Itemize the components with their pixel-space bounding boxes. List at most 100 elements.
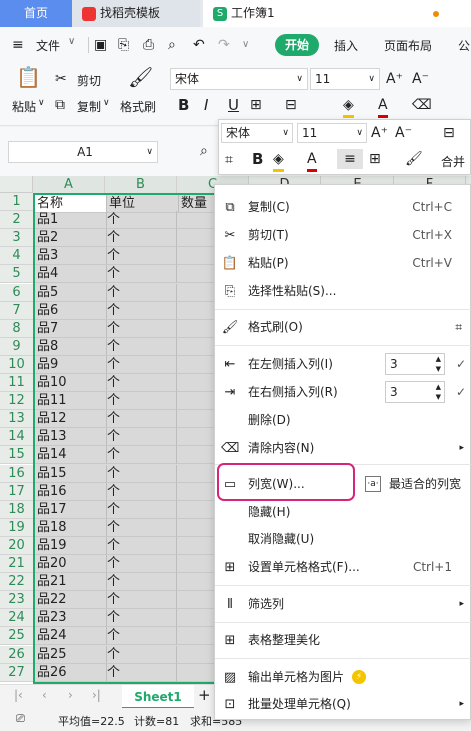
preview-icon[interactable]: ⌕: [168, 35, 176, 55]
cell[interactable]: 个: [105, 301, 177, 320]
cell[interactable]: 品19: [35, 536, 107, 555]
copy-label[interactable]: 复制: [77, 98, 101, 115]
brush-icon[interactable]: 🖌: [128, 67, 153, 87]
cell[interactable]: 品11: [35, 392, 107, 411]
cell[interactable]: 个: [105, 374, 177, 392]
cell[interactable]: 品4: [35, 265, 107, 284]
font-color-icon[interactable]: A: [307, 149, 317, 172]
cell[interactable]: 个: [105, 229, 177, 248]
fill-color-icon[interactable]: ◈: [273, 149, 284, 172]
row-header[interactable]: 7: [0, 301, 33, 320]
row-header[interactable]: 17: [0, 482, 33, 501]
cut-label[interactable]: 剪切: [77, 72, 101, 89]
format-painter-label[interactable]: 格式刷: [120, 98, 156, 115]
cell[interactable]: 个: [105, 319, 177, 338]
fill-color-icon[interactable]: ◈: [343, 95, 354, 118]
menu-clear[interactable]: ⌫ 清除内容(N) ▸: [215, 435, 471, 462]
cell[interactable]: 品12: [35, 410, 107, 429]
row-header[interactable]: 27: [0, 663, 33, 682]
confirm-icon[interactable]: ✓: [456, 379, 466, 406]
cell[interactable]: 个: [105, 609, 177, 628]
font-name-select[interactable]: 宋体 ∨: [170, 68, 308, 90]
undo-icon[interactable]: ↶: [193, 35, 205, 55]
export-icon[interactable]: ⎘: [118, 35, 129, 55]
best-fit-icon[interactable]: ·a·: [365, 476, 381, 492]
row-header[interactable]: 19: [0, 518, 33, 537]
format-painter-pin-icon[interactable]: ⌗: [455, 314, 462, 341]
row-header[interactable]: 25: [0, 627, 33, 646]
row-header[interactable]: 14: [0, 428, 33, 447]
cell[interactable]: 个: [105, 645, 177, 664]
row-header[interactable]: 24: [0, 609, 33, 628]
cell[interactable]: 个: [105, 573, 177, 592]
cell[interactable]: 品15: [35, 464, 107, 483]
row-header[interactable]: 8: [0, 319, 33, 338]
paste-label[interactable]: 粘贴: [12, 98, 36, 115]
row-header[interactable]: 10: [0, 355, 33, 374]
italic-button[interactable]: I: [204, 96, 208, 114]
menu-insert[interactable]: 插入: [334, 37, 358, 54]
row-header[interactable]: 15: [0, 446, 33, 465]
row-header[interactable]: 22: [0, 573, 33, 592]
cell[interactable]: 品18: [35, 518, 107, 537]
bold-button[interactable]: B: [178, 96, 189, 114]
cell[interactable]: 品10: [35, 374, 107, 392]
format-painter-icon[interactable]: 🖌: [405, 149, 423, 169]
increase-font-icon[interactable]: A⁺: [386, 69, 403, 89]
mini-font-select[interactable]: 宋体 ∨: [221, 123, 293, 143]
column-header-a[interactable]: A: [33, 176, 105, 193]
cell[interactable]: 品16: [35, 482, 107, 501]
row-header[interactable]: 11: [0, 374, 33, 393]
cell[interactable]: 品23: [35, 609, 107, 628]
cell[interactable]: 品21: [35, 573, 107, 592]
cell[interactable]: 个: [105, 555, 177, 573]
chevron-down-icon[interactable]: ∨: [68, 36, 75, 47]
first-sheet-icon[interactable]: |‹: [14, 688, 23, 702]
border-icon[interactable]: ⊞: [250, 95, 262, 115]
menu-paste[interactable]: 📋 粘贴(P) Ctrl+V: [215, 250, 471, 277]
name-box[interactable]: A1 ∨: [8, 141, 158, 163]
menu-cut[interactable]: ✂ 剪切(T) Ctrl+X: [215, 222, 471, 249]
menu-start[interactable]: 开始: [275, 34, 319, 56]
cell[interactable]: 品24: [35, 627, 107, 646]
insert-left-count[interactable]: 3 ▲ ▼: [385, 353, 445, 375]
cell[interactable]: 品25: [35, 645, 107, 664]
insert-right-count[interactable]: 3 ▲ ▼: [385, 381, 445, 403]
align-center-icon[interactable]: ≡: [337, 149, 363, 169]
cell[interactable]: 个: [105, 446, 177, 465]
cell[interactable]: 个: [105, 283, 177, 302]
print-icon[interactable]: ⎙: [143, 35, 154, 55]
eraser-icon[interactable]: ⌫: [412, 95, 432, 115]
hamburger-icon[interactable]: ≡: [12, 35, 24, 55]
cell[interactable]: 个: [105, 464, 177, 483]
cell[interactable]: 个: [105, 428, 177, 447]
last-sheet-icon[interactable]: ›|: [92, 688, 101, 702]
row-header[interactable]: 20: [0, 536, 33, 555]
cell[interactable]: 品8: [35, 337, 107, 356]
row-header[interactable]: 12: [0, 392, 33, 411]
next-sheet-icon[interactable]: ›: [68, 688, 73, 702]
cell[interactable]: 个: [105, 410, 177, 429]
menu-filter[interactable]: ⫴ 筛选列 ▸: [215, 591, 471, 618]
cell[interactable]: 品20: [35, 555, 107, 573]
menu-export-image[interactable]: ▨ 输出单元格为图片 ⚡: [215, 664, 471, 691]
chevron-down-icon[interactable]: ∨: [103, 98, 110, 108]
border-icon[interactable]: ⊞: [369, 149, 381, 169]
tab-home[interactable]: 首页: [0, 0, 72, 27]
increase-font-icon[interactable]: A⁺: [371, 123, 388, 143]
zoom-icon[interactable]: ⌕: [200, 141, 208, 161]
menu-layout[interactable]: 页面布局: [384, 37, 432, 54]
cell[interactable]: 品17: [35, 500, 107, 519]
cell[interactable]: 品22: [35, 591, 107, 610]
menu-batch[interactable]: ⊡ 批量处理单元格(Q) ▸: [215, 691, 471, 718]
add-sheet-icon[interactable]: +: [198, 686, 211, 704]
menu-paste-special[interactable]: ⎘ 选择性粘贴(S)...: [215, 278, 471, 305]
row-header[interactable]: 6: [0, 283, 33, 302]
redo-icon[interactable]: ↷: [218, 35, 230, 55]
select-all-corner[interactable]: [0, 176, 33, 193]
menu-copy[interactable]: ⧉ 复制(C) Ctrl+C: [215, 194, 471, 221]
mini-size-select[interactable]: 11 ∨: [297, 123, 367, 143]
cell[interactable]: 个: [105, 211, 177, 230]
row-header[interactable]: 3: [0, 229, 33, 248]
row-header[interactable]: 1: [0, 193, 33, 212]
